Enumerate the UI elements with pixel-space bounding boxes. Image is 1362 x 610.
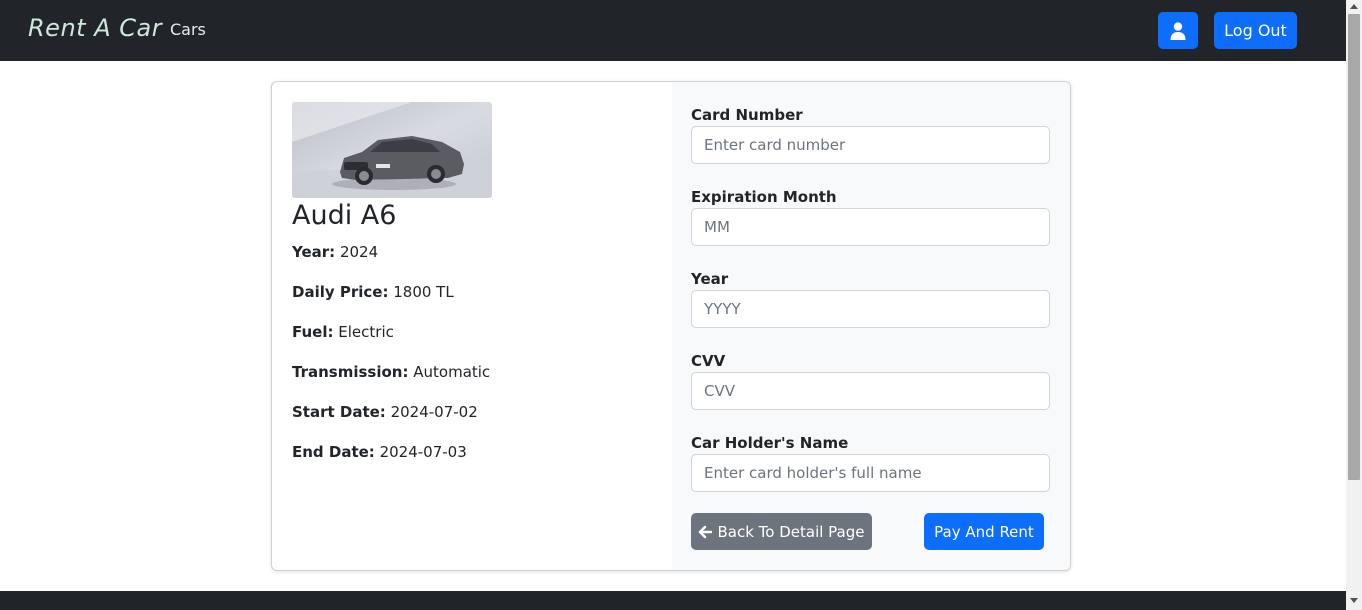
spec-value: Electric: [338, 323, 394, 341]
footer: [0, 591, 1346, 610]
card-number-input[interactable]: [691, 126, 1050, 164]
year-label: Year: [691, 270, 729, 288]
holder-name-label: Car Holder's Name: [691, 434, 849, 452]
top-navbar: Rent A Car Cars Log Out: [0, 0, 1346, 61]
spec-label: End Date:: [292, 443, 375, 461]
scroll-up-arrow-icon[interactable]: [1350, 4, 1358, 9]
nav-link-cars[interactable]: Cars: [170, 20, 206, 39]
spec-value: 2024: [339, 243, 379, 261]
pay-and-rent-button[interactable]: Pay And Rent: [924, 513, 1044, 550]
vertical-scrollbar[interactable]: [1346, 0, 1362, 610]
spec-label: Transmission:: [292, 363, 409, 381]
scroll-thumb[interactable]: [1348, 14, 1360, 480]
user-icon: [1170, 21, 1186, 40]
logout-button[interactable]: Log Out: [1214, 12, 1297, 49]
spec-label: Start Date:: [292, 403, 386, 421]
spec-value: Automatic: [413, 363, 491, 381]
spec-label: Daily Price:: [292, 283, 389, 301]
car-image: [292, 102, 492, 198]
spec-year: Year: 2024: [292, 243, 378, 261]
spec-end-date: End Date: 2024-07-03: [292, 443, 467, 461]
spec-fuel: Fuel: Electric: [292, 323, 394, 341]
expiration-month-input[interactable]: [691, 208, 1050, 246]
spec-start-date: Start Date: 2024-07-02: [292, 403, 478, 421]
profile-button[interactable]: [1158, 12, 1198, 49]
arrow-left-icon: [699, 525, 713, 538]
cvv-label: CVV: [691, 352, 726, 370]
spec-value: 2024-07-03: [379, 443, 467, 461]
car-title: Audi A6: [292, 200, 397, 231]
holder-name-input[interactable]: [691, 454, 1050, 492]
card-number-label: Card Number: [691, 106, 803, 124]
cvv-input[interactable]: [691, 372, 1050, 410]
payment-form: Card Number Expiration Month Year CVV Ca…: [672, 82, 1070, 570]
brand-logo[interactable]: Rent A Car: [28, 14, 162, 42]
spec-daily-price: Daily Price: 1800 TL: [292, 283, 454, 301]
spec-value: 2024-07-02: [390, 403, 478, 421]
back-to-detail-button[interactable]: Back To Detail Page: [691, 513, 872, 550]
spec-label: Year:: [292, 243, 336, 261]
rental-card: Audi A6 Year: 2024 Daily Price: 1800 TL …: [271, 81, 1071, 571]
spec-transmission: Transmission: Automatic: [292, 363, 490, 381]
back-button-label: Back To Detail Page: [717, 522, 865, 541]
expiration-month-label: Expiration Month: [691, 188, 837, 206]
year-input[interactable]: [691, 290, 1050, 328]
scroll-down-arrow-icon[interactable]: [1350, 598, 1358, 603]
spec-value: 1800 TL: [393, 283, 454, 301]
spec-label: Fuel:: [292, 323, 334, 341]
